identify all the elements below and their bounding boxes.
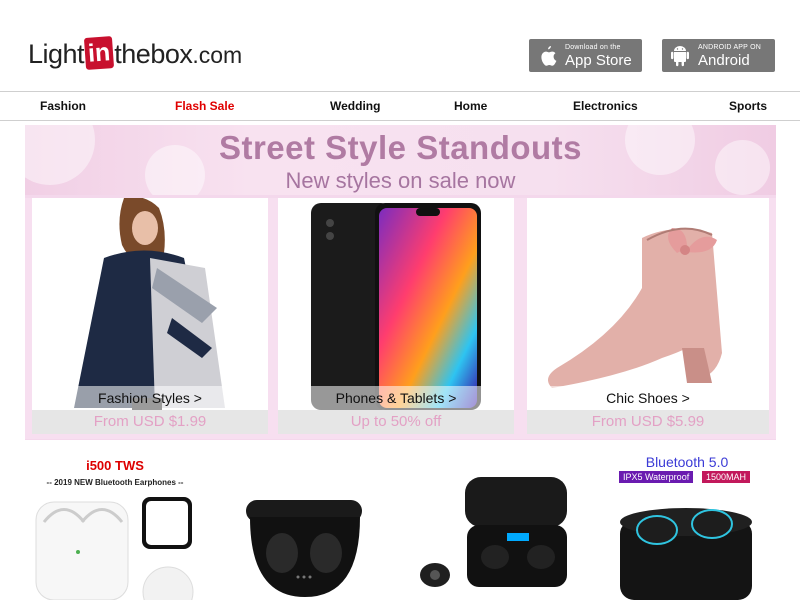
card-price-fashion: From USD $1.99 (32, 410, 268, 434)
android-label: Android (698, 51, 750, 69)
nav-home[interactable]: Home (454, 92, 487, 120)
phones-image (278, 198, 514, 410)
promo-card-fashion[interactable]: Fashion Styles > From USD $1.99 (25, 198, 275, 439)
android-caption: ANDROID APP ON (698, 43, 761, 51)
site-header: Light in thebox .com Download on the App… (0, 0, 800, 90)
nav-sports[interactable]: Sports (729, 92, 767, 120)
earbuds-display-case-image (420, 477, 567, 587)
shoe-image (527, 198, 769, 410)
app-store-label: App Store (565, 51, 632, 69)
product-subtitle: -- 2019 NEW Bluetooth Earphones -- (46, 478, 184, 487)
nav-wedding[interactable]: Wedding (330, 92, 380, 120)
promo-card-phones[interactable]: Phones & Tablets > Up to 50% off (271, 198, 521, 439)
app-store-button[interactable]: Download on the App Store (529, 39, 642, 72)
waterproof-tag: IPX5 Waterproof (619, 471, 694, 483)
logo-text-in: in (83, 36, 115, 70)
logo-text-com: .com (192, 42, 243, 68)
earphones-case-image (35, 497, 194, 600)
logo-text-thebox: thebox (114, 39, 193, 69)
android-icon (668, 44, 692, 68)
black-earbuds-image (246, 500, 362, 597)
card-label-shoes[interactable]: Chic Shoes > (527, 386, 769, 410)
product-earbuds-black[interactable] (240, 450, 370, 600)
bluetooth-earbuds-case-image (620, 508, 752, 600)
product-title: i500 TWS (86, 458, 144, 473)
promo-card-shoes[interactable]: Chic Shoes > From USD $5.99 (520, 198, 776, 439)
banner-header: Street Style Standouts New styles on sal… (25, 125, 776, 195)
logo-text-light: Light (28, 39, 85, 69)
nav-electronics[interactable]: Electronics (573, 92, 638, 120)
nav-fashion[interactable]: Fashion (40, 92, 86, 120)
battery-tag: 1500MAH (702, 471, 751, 483)
card-label-fashion[interactable]: Fashion Styles > (32, 386, 268, 410)
nav-flash-sale[interactable]: Flash Sale (175, 92, 234, 120)
apple-icon (535, 44, 559, 68)
product-row: i500 TWS -- 2019 NEW Bluetooth Earphones… (0, 450, 800, 600)
product-bluetooth-5[interactable]: Bluetooth 5.0 IPX5 Waterproof 1500MAH (612, 450, 772, 600)
promo-banner[interactable]: Street Style Standouts New styles on sal… (25, 125, 776, 440)
category-nav: Fashion Flash Sale Wedding Home Electron… (0, 91, 800, 121)
android-app-button[interactable]: ANDROID APP ON Android (662, 39, 775, 72)
card-price-phones: Up to 50% off (278, 410, 514, 434)
card-price-shoes: From USD $5.99 (527, 410, 769, 434)
fashion-model-image (32, 198, 268, 410)
app-store-caption: Download on the (565, 43, 621, 51)
banner-subtitle: New styles on sale now (285, 168, 516, 193)
product-i500-tws[interactable]: i500 TWS -- 2019 NEW Bluetooth Earphones… (30, 450, 200, 600)
product-title: Bluetooth 5.0 (645, 454, 729, 470)
banner-title: Street Style Standouts (218, 129, 583, 166)
site-logo[interactable]: Light in thebox .com (28, 33, 243, 70)
card-label-phones[interactable]: Phones & Tablets > (278, 386, 514, 410)
product-earbuds-display[interactable] (415, 450, 580, 600)
